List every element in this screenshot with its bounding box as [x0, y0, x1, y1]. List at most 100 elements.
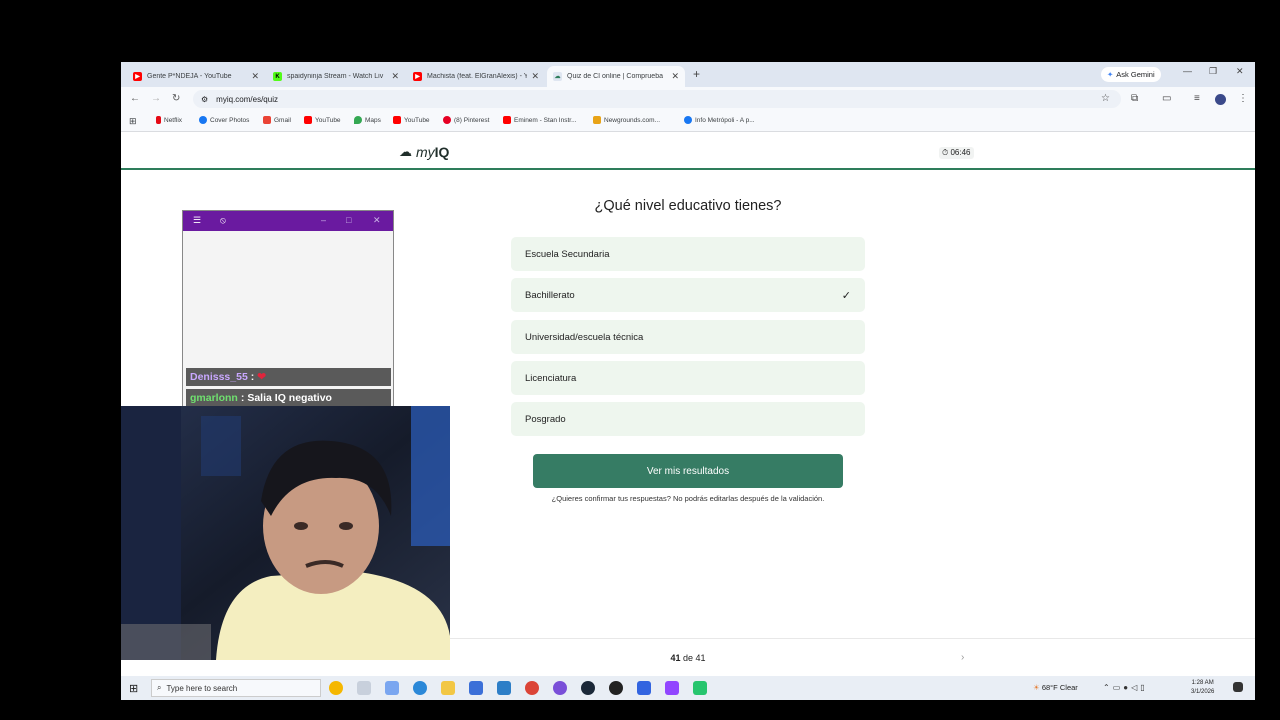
chevron-right-icon[interactable]: ›	[961, 652, 964, 663]
kick-icon: K	[273, 72, 282, 81]
bookmark-netflix[interactable]: Netflix	[156, 116, 182, 124]
page-sep: de	[682, 653, 693, 663]
hamburger-icon[interactable]: ☰	[193, 215, 201, 226]
clock-date: 3/1/2026	[1191, 689, 1215, 695]
logo-prefix: my	[416, 144, 435, 160]
bookmark-maps[interactable]: Maps	[354, 116, 381, 124]
chrome-icon[interactable]	[525, 681, 539, 695]
site-info-icon[interactable]: ⚙	[201, 95, 208, 104]
file-explorer-icon[interactable]	[441, 681, 455, 695]
bookmark-newgrounds[interactable]: Newgrounds.com...	[593, 116, 660, 124]
maps-icon	[354, 116, 362, 124]
option-label: Escuela Secundaria	[525, 248, 610, 260]
bookmark-label: (8) Pinterest	[454, 116, 490, 124]
tab-bar: ▶ Gente P*NDEJA - YouTube ✕ K spaidyninj…	[121, 62, 1255, 87]
bookmarks-bar: ⊞ Netflix Cover Photos Gmail YouTube Map…	[121, 111, 1255, 132]
tab-title: Quiz de CI online | Comprueba	[567, 73, 663, 80]
close-icon[interactable]: ✕	[251, 71, 259, 82]
menu-icon[interactable]: ⋮	[1238, 93, 1248, 104]
cast-icon[interactable]: ▭	[1162, 93, 1171, 104]
bookmark-label: YouTube	[404, 116, 430, 124]
volume-icon[interactable]: ◁	[1131, 683, 1140, 692]
copilot-icon[interactable]	[329, 681, 343, 695]
forward-icon[interactable]: →	[151, 93, 161, 104]
bookmark-eminem[interactable]: Eminem - Stan Instr...	[503, 116, 577, 124]
minimize-icon[interactable]: —	[1183, 66, 1192, 76]
logo[interactable]: ☁ myIQ	[399, 144, 449, 160]
network-icon[interactable]: ▭	[1113, 683, 1124, 692]
ask-gemini-button[interactable]: ✦ Ask Gemini	[1101, 67, 1161, 82]
chat-message: gmarlonn : Salia IQ negativo	[186, 389, 391, 407]
mic-icon[interactable]: ●	[1123, 683, 1131, 692]
taskbar-search[interactable]: ⌕ Type here to search	[151, 679, 321, 697]
tab-1[interactable]: ▶ Gente P*NDEJA - YouTube ✕	[127, 66, 265, 87]
minimize-icon[interactable]: –	[321, 215, 326, 225]
task-view-icon[interactable]	[357, 681, 371, 695]
bookmark-star-icon[interactable]: ☆	[1101, 93, 1110, 104]
close-icon[interactable]: ✕	[671, 71, 679, 82]
app-icon[interactable]	[693, 681, 707, 695]
back-icon[interactable]: ←	[130, 93, 140, 104]
app-icon[interactable]	[637, 681, 651, 695]
pinterest-icon	[443, 116, 451, 124]
close-icon[interactable]: ✕	[531, 71, 539, 82]
option-posgrado[interactable]: Posgrado	[511, 402, 865, 436]
bookmark-cover-photos[interactable]: Cover Photos	[199, 116, 249, 124]
taskbar: ⊞ ⌕ Type here to search ☀ 68°F Clear ⌃▭●…	[121, 676, 1255, 700]
store-icon[interactable]	[469, 681, 483, 695]
brain-icon: ☁	[553, 72, 562, 81]
reload-icon[interactable]: ↻	[172, 93, 180, 104]
heart-icon: ❤	[257, 371, 267, 383]
tab-4-active[interactable]: ☁ Quiz de CI online | Comprueba ✕	[547, 66, 685, 87]
close-icon[interactable]: ✕	[391, 71, 399, 82]
maximize-icon[interactable]: □	[346, 215, 351, 225]
twitch-icon[interactable]	[665, 681, 679, 695]
close-icon[interactable]: ✕	[373, 215, 381, 226]
option-escuela-secundaria[interactable]: Escuela Secundaria	[511, 237, 865, 271]
notification-icon[interactable]	[1233, 682, 1243, 692]
brain-icon: ☁	[399, 144, 412, 159]
option-universidad[interactable]: Universidad/escuela técnica	[511, 320, 865, 354]
bookmark-label: Eminem - Stan Instr...	[514, 116, 577, 124]
obs-icon[interactable]	[609, 681, 623, 695]
reading-list-icon[interactable]: ≡	[1194, 93, 1200, 104]
edge-icon[interactable]	[413, 681, 427, 695]
weather-temp: 68°F	[1041, 683, 1058, 692]
no-sign-icon[interactable]: ⦸	[220, 215, 226, 226]
address-bar[interactable]: ⚙ myiq.com/es/quiz	[193, 90, 1121, 108]
bookmark-youtube[interactable]: YouTube	[304, 116, 341, 124]
avatar[interactable]	[1215, 94, 1226, 105]
weather-widget[interactable]: ☀ 68°F Clear	[1033, 683, 1078, 692]
clock[interactable]: 1:28 AM 3/1/2026	[1191, 679, 1214, 697]
tab-3[interactable]: ▶ Machista (feat. ElGranAlexis) - Y ✕	[407, 66, 545, 87]
bookmark-label: Netflix	[164, 116, 183, 124]
steam-icon[interactable]	[581, 681, 595, 695]
bookmark-info-metropoli[interactable]: Info Metrópoli - A p...	[684, 116, 755, 124]
app-icon[interactable]	[553, 681, 567, 695]
app-icon[interactable]	[385, 681, 399, 695]
restore-icon[interactable]: ❐	[1209, 66, 1217, 77]
apps-icon[interactable]: ⊞	[129, 116, 137, 127]
option-bachillerato[interactable]: Bachillerato ✓	[511, 278, 865, 312]
windows-start-icon[interactable]: ⊞	[129, 682, 138, 695]
window-close-icon[interactable]: ✕	[1236, 66, 1244, 77]
toolbar: ← → ↻ ⚙ myiq.com/es/quiz ☆ ⧉ ▭ ≡ ⋮	[121, 87, 1255, 111]
option-licenciatura[interactable]: Licenciatura	[511, 361, 865, 395]
option-label: Universidad/escuela técnica	[525, 331, 644, 343]
battery-icon[interactable]: ▯	[1140, 683, 1147, 692]
see-results-button[interactable]: Ver mis resultados	[533, 454, 843, 488]
bookmark-label: Maps	[365, 116, 381, 124]
bookmark-youtube-2[interactable]: YouTube	[393, 116, 430, 124]
bookmark-gmail[interactable]: Gmail	[263, 116, 291, 124]
extensions-icon[interactable]: ⧉	[1131, 93, 1138, 104]
tab-title: spaidyninja Stream - Watch Liv	[287, 73, 384, 80]
new-tab-button[interactable]: +	[693, 67, 700, 81]
app-icon[interactable]	[497, 681, 511, 695]
youtube-icon	[503, 116, 511, 124]
bookmark-label: YouTube	[315, 116, 341, 124]
tab-2[interactable]: K spaidyninja Stream - Watch Liv ✕	[267, 66, 405, 87]
chevron-up-icon[interactable]: ⌃	[1103, 683, 1113, 692]
system-tray[interactable]: ⌃▭●◁▯	[1103, 683, 1148, 692]
bookmark-pinterest[interactable]: (8) Pinterest	[443, 116, 489, 124]
ask-gemini-label: Ask Gemini	[1116, 70, 1155, 79]
